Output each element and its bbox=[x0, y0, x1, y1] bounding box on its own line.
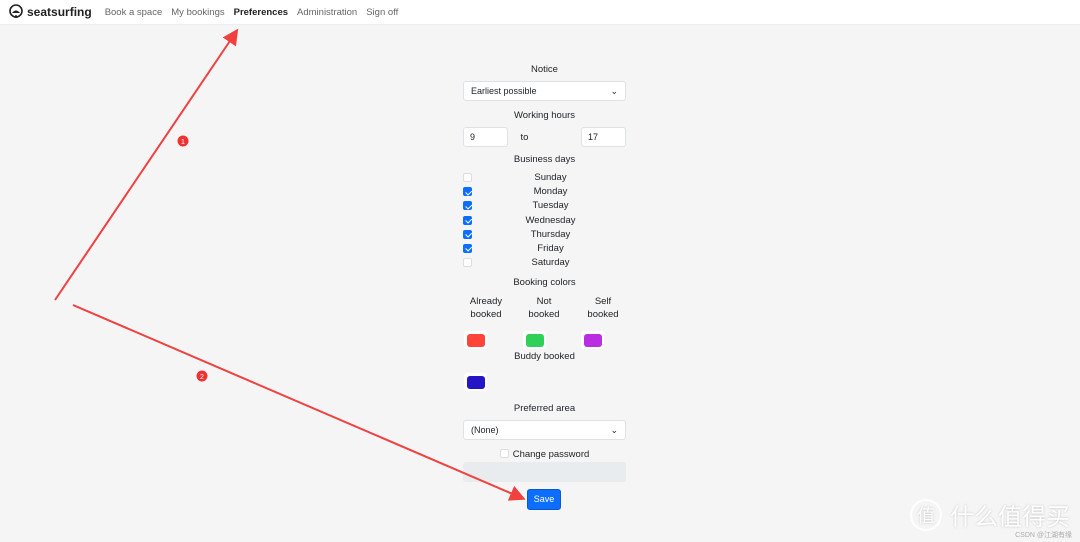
watermark: 值什么值得买 bbox=[910, 497, 1070, 532]
watermark-credit: CSDN @江湖有缘 bbox=[1015, 532, 1072, 539]
svg-text:2: 2 bbox=[200, 374, 204, 381]
annotation-arrows: 1 2 bbox=[54, 28, 526, 501]
arrow-2 bbox=[72, 304, 526, 501]
arrow-1 bbox=[54, 28, 239, 301]
svg-text:1: 1 bbox=[181, 139, 185, 146]
